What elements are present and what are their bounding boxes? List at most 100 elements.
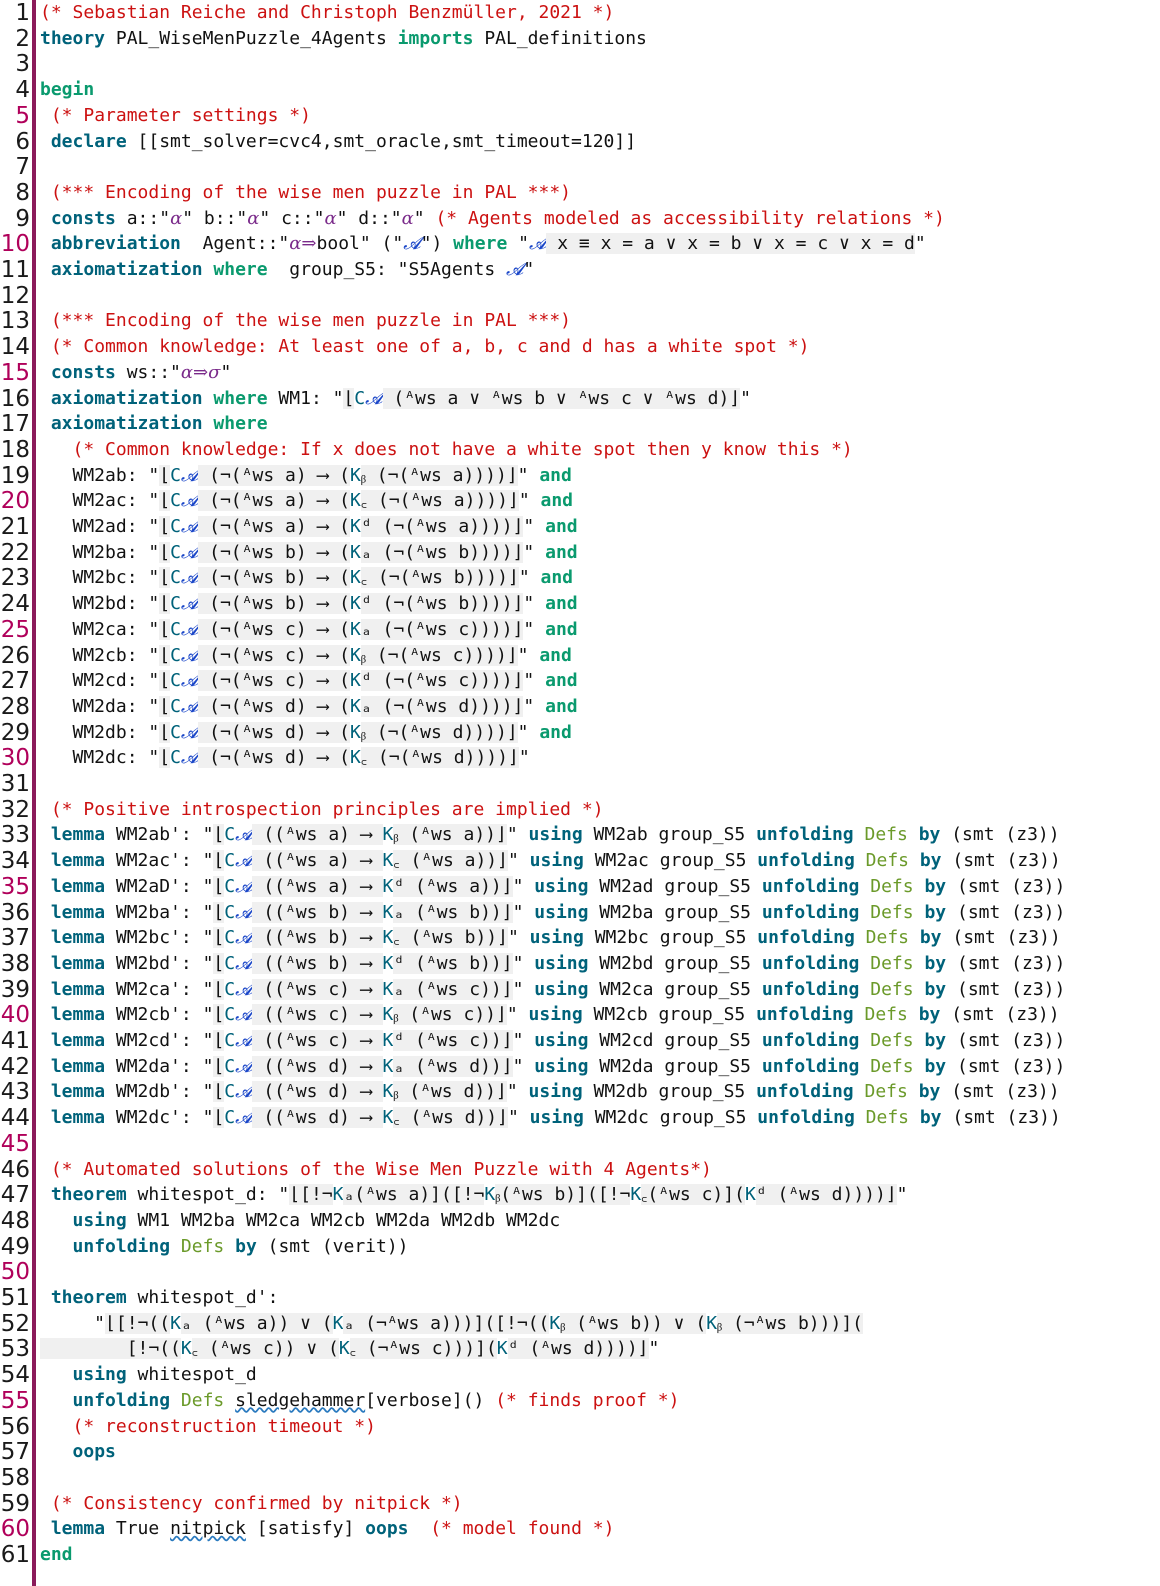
token-op: K bbox=[350, 567, 361, 589]
code-line[interactable]: 51 theorem whitespot_d': bbox=[0, 1285, 1160, 1311]
code-line[interactable]: 18 (* Common knowledge: If x does not ha… bbox=[0, 437, 1160, 463]
token-txt: ws::" bbox=[115, 361, 181, 383]
line-code: "⌊[!¬((Kₐ (ᴬws a)) ∨ (Kₐ (¬ᴬws a)))]([!¬… bbox=[40, 1311, 863, 1337]
line-code: (* Positive introspection principles are… bbox=[40, 797, 604, 823]
code-line[interactable]: 34 lemma WM2ac': "⌊C𝓐 ((ᴬws a) ⟶ K꜀ (ᴬws… bbox=[0, 848, 1160, 874]
code-line[interactable]: 59 (* Consistency confirmed by nitpick *… bbox=[0, 1491, 1160, 1517]
code-line[interactable]: 57 oops bbox=[0, 1439, 1160, 1465]
token-txt: PAL_definitions bbox=[473, 27, 647, 49]
code-line[interactable]: 46 (* Automated solutions of the Wise Me… bbox=[0, 1157, 1160, 1183]
code-line[interactable]: 42 lemma WM2da': "⌊C𝓐 ((ᴬws d) ⟶ Kₐ (ᴬws… bbox=[0, 1054, 1160, 1080]
code-line[interactable]: 26 WM2cb: "⌊C𝓐 (¬(ᴬws c) ⟶ (Kᵦ (¬(ᴬws c)… bbox=[0, 643, 1160, 669]
code-line[interactable]: 47 theorem whitespot_d: "⌊[!¬Kₐ(ᴬws a)](… bbox=[0, 1182, 1160, 1208]
code-editor[interactable]: 1 (* Sebastian Reiche and Christoph Benzm… bbox=[0, 0, 1160, 1586]
token-calA: 𝓐 bbox=[180, 593, 199, 615]
line-code: consts ws::"α⇒σ" bbox=[40, 360, 231, 386]
token-txt: " bbox=[512, 875, 535, 897]
code-line[interactable]: 53 [!¬((K꜀ (ᴬws c)) ∨ (K꜀ (¬ᴬws c)))](Kᵈ… bbox=[0, 1336, 1160, 1362]
code-line[interactable]: 36 lemma WM2ba': "⌊C𝓐 ((ᴬws b) ⟶ Kₐ (ᴬws… bbox=[0, 900, 1160, 926]
line-number: 11 bbox=[0, 257, 30, 283]
code-line[interactable]: 25 WM2ca: "⌊C𝓐 (¬(ᴬws c) ⟶ (Kₐ (¬(ᴬws c)… bbox=[0, 617, 1160, 643]
code-line[interactable]: 29 WM2db: "⌊C𝓐 (¬(ᴬws d) ⟶ (Kᵦ (¬(ᴬws d)… bbox=[0, 720, 1160, 746]
line-number: 12 bbox=[0, 282, 30, 309]
line-number: 52 bbox=[0, 1310, 30, 1337]
line-code: lemma WM2ab': "⌊C𝓐 ((ᴬws a) ⟶ Kᵦ (ᴬws a)… bbox=[40, 822, 1060, 848]
code-line[interactable]: 48 using WM1 WM2ba WM2ca WM2cb WM2da WM2… bbox=[0, 1208, 1160, 1234]
code-line[interactable]: 44 lemma WM2dc': "⌊C𝓐 ((ᴬws d) ⟶ K꜀ (ᴬws… bbox=[0, 1105, 1160, 1131]
code-line[interactable]: 33 lemma WM2ab': "⌊C𝓐 ((ᴬws a) ⟶ Kᵦ (ᴬws… bbox=[0, 822, 1160, 848]
code-line[interactable]: 17 axiomatization where bbox=[0, 411, 1160, 437]
code-line[interactable]: 22 WM2ba: "⌊C𝓐 (¬(ᴬws b) ⟶ (Kₐ (¬(ᴬws b)… bbox=[0, 540, 1160, 566]
code-line[interactable]: 9 consts a::"α" b::"α" c::"α" d::"α" (* … bbox=[0, 206, 1160, 232]
code-line[interactable]: 3 bbox=[0, 51, 1160, 77]
code-line[interactable]: 11 axiomatization where group_S5: "S5Age… bbox=[0, 257, 1160, 283]
token-txt: WM2ac group_S5 bbox=[583, 850, 758, 872]
code-line[interactable]: 49 unfolding Defs by (smt (verit)) bbox=[0, 1234, 1160, 1260]
code-line[interactable]: 10 abbreviation Agent::"α⇒bool" ("𝓐") wh… bbox=[0, 231, 1160, 257]
code-line[interactable]: 58 bbox=[0, 1465, 1160, 1491]
code-line[interactable]: 38 lemma WM2bd': "⌊C𝓐 ((ᴬws b) ⟶ Kᵈ (ᴬws… bbox=[0, 951, 1160, 977]
code-line[interactable]: 2 theory PAL_WiseMenPuzzle_4Agents import… bbox=[0, 26, 1160, 52]
code-line[interactable]: 43 lemma WM2db': "⌊C𝓐 ((ᴬws d) ⟶ Kᵦ (ᴬws… bbox=[0, 1079, 1160, 1105]
line-code: consts a::"α" b::"α" c::"α" d::"α" (* Ag… bbox=[40, 206, 945, 232]
code-line[interactable]: 19 WM2ab: "⌊C𝓐 (¬(ᴬws a) ⟶ (Kᵦ (¬(ᴬws a)… bbox=[0, 463, 1160, 489]
code-line[interactable]: 39 lemma WM2ca': "⌊C𝓐 ((ᴬws c) ⟶ Kₐ (ᴬws… bbox=[0, 977, 1160, 1003]
code-line[interactable]: 14 (* Common knowledge: At least one of … bbox=[0, 334, 1160, 360]
code-line[interactable]: 24 WM2bd: "⌊C𝓐 (¬(ᴬws b) ⟶ (Kᵈ (¬(ᴬws b)… bbox=[0, 591, 1160, 617]
code-line[interactable]: 50 bbox=[0, 1259, 1160, 1285]
code-line[interactable]: 28 WM2da: "⌊C𝓐 (¬(ᴬws d) ⟶ (Kₐ (¬(ᴬws d)… bbox=[0, 694, 1160, 720]
code-line[interactable]: 13 (*** Encoding of the wise men puzzle … bbox=[0, 308, 1160, 334]
code-line[interactable]: 8 (*** Encoding of the wise men puzzle i… bbox=[0, 180, 1160, 206]
code-line[interactable]: 1 (* Sebastian Reiche and Christoph Benzm… bbox=[0, 0, 1160, 26]
code-line[interactable]: 55 unfolding Defs sledgehammer[verbose](… bbox=[0, 1388, 1160, 1414]
code-line[interactable]: 7 bbox=[0, 154, 1160, 180]
code-line[interactable]: 20 WM2ac: "⌊C𝓐 (¬(ᴬws a) ⟶ (K꜀ (¬(ᴬws a)… bbox=[0, 488, 1160, 514]
code-line[interactable]: 61 end bbox=[0, 1542, 1160, 1568]
code-line[interactable]: 45 bbox=[0, 1131, 1160, 1157]
line-number: 28 bbox=[0, 693, 30, 720]
code-line[interactable]: 35 lemma WM2aD': "⌊C𝓐 ((ᴬws a) ⟶ Kᵈ (ᴬws… bbox=[0, 874, 1160, 900]
code-line[interactable]: 5 (* Parameter settings *) bbox=[0, 103, 1160, 129]
code-line[interactable]: 41 lemma WM2cd': "⌊C𝓐 ((ᴬws c) ⟶ Kᵈ (ᴬws… bbox=[0, 1028, 1160, 1054]
token-op: K bbox=[180, 1338, 192, 1360]
code-line[interactable]: 60 lemma True nitpick [satisfy] oops (* … bbox=[0, 1516, 1160, 1542]
token-kwg: where bbox=[453, 233, 508, 255]
line-number: 16 bbox=[0, 385, 30, 412]
token-str: (¬(ᴬws b) ⟶ ( bbox=[198, 567, 351, 589]
code-line[interactable]: 6 declare [[smt_solver=cvc4,smt_oracle,s… bbox=[0, 129, 1160, 155]
code-line[interactable]: 56 (* reconstruction timeout *) bbox=[0, 1414, 1160, 1440]
code-line[interactable]: 12 bbox=[0, 283, 1160, 309]
code-line[interactable]: 4 begin bbox=[0, 77, 1160, 103]
token-calA: 𝓐 bbox=[235, 927, 253, 949]
code-line[interactable]: 31 bbox=[0, 771, 1160, 797]
token-comment: (*** Encoding of the wise men puzzle in … bbox=[50, 181, 572, 203]
code-line[interactable]: 52 "⌊[!¬((Kₐ (ᴬws a)) ∨ (Kₐ (¬ᴬws a)))](… bbox=[0, 1311, 1160, 1337]
code-line[interactable]: 21 WM2ad: "⌊C𝓐 (¬(ᴬws a) ⟶ (Kᵈ (¬(ᴬws a)… bbox=[0, 514, 1160, 540]
code-line[interactable]: 40 lemma WM2cb': "⌊C𝓐 ((ᴬws c) ⟶ Kᵦ (ᴬws… bbox=[0, 1002, 1160, 1028]
token-kw: unfolding bbox=[756, 824, 854, 846]
line-code: (* Sebastian Reiche and Christoph Benzmü… bbox=[40, 0, 614, 26]
code-line[interactable]: 15 consts ws::"α⇒σ" bbox=[0, 360, 1160, 386]
token-calA: 𝓐 bbox=[235, 1004, 253, 1026]
code-line[interactable]: 32 (* Positive introspection principles … bbox=[0, 797, 1160, 823]
line-number: 57 bbox=[0, 1439, 30, 1466]
token-kwg: and bbox=[539, 464, 572, 486]
token-txt: " bbox=[512, 1055, 535, 1077]
code-line[interactable]: 16 axiomatization where WM1: "⌊C𝓐 (ᴬws a… bbox=[0, 386, 1160, 412]
code-line[interactable]: 30 WM2dc: "⌊C𝓐 (¬(ᴬws d) ⟶ (K꜀ (¬(ᴬws d)… bbox=[0, 745, 1160, 771]
line-code: WM2ac: "⌊C𝓐 (¬(ᴬws a) ⟶ (K꜀ (¬(ᴬws a))))… bbox=[40, 488, 573, 514]
code-line[interactable]: 23 WM2bc: "⌊C𝓐 (¬(ᴬws b) ⟶ (K꜀ (¬(ᴬws b)… bbox=[0, 565, 1160, 591]
code-line[interactable]: 37 lemma WM2bc': "⌊C𝓐 ((ᴬws b) ⟶ K꜀ (ᴬws… bbox=[0, 925, 1160, 951]
token-txt: (smt (z3)) bbox=[946, 875, 1066, 897]
line-code: declare [[smt_solver=cvc4,smt_oracle,smt… bbox=[40, 129, 636, 155]
token-txt: WM2cb: " bbox=[40, 644, 160, 666]
code-line[interactable]: 54 using whitespot_d bbox=[0, 1362, 1160, 1388]
code-line[interactable]: 27 WM2cd: "⌊C𝓐 (¬(ᴬws c) ⟶ (Kᵈ (¬(ᴬws c)… bbox=[0, 668, 1160, 694]
token-op: K bbox=[630, 1184, 642, 1206]
token-str: ((ᴬws b) ⟶ bbox=[252, 952, 383, 974]
